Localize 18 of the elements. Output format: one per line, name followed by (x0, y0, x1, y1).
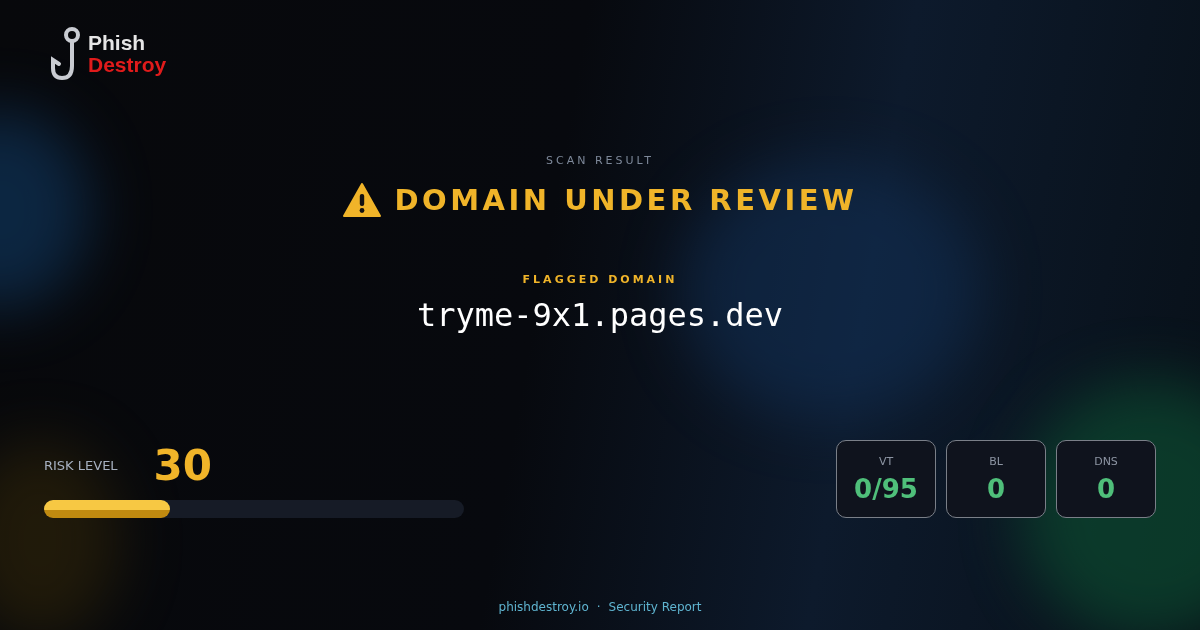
warning-icon (342, 183, 381, 217)
stat-value: 0/95 (854, 473, 918, 504)
stat-label: BL (989, 454, 1003, 468)
section-label: SCAN RESULT (546, 154, 654, 167)
stat-value: 0 (1096, 473, 1116, 504)
separator-dot: · (596, 600, 601, 614)
verdict-title: DOMAIN UNDER REVIEW (394, 183, 858, 217)
stat-label: VT (878, 454, 894, 468)
footer-label: Security Report (608, 600, 702, 614)
logo-text: Destroy (88, 54, 167, 76)
risk-label: RISK LEVEL (44, 458, 118, 473)
domain-label: FLAGGED DOMAIN (522, 273, 678, 286)
stat-label: DNS (1094, 454, 1118, 468)
risk-score: 30 (153, 441, 213, 490)
site-name: phishdestroy.io (498, 600, 589, 614)
domain-name: tryme-9x1.pages.dev (416, 296, 783, 334)
stat-value: 0 (986, 473, 1006, 504)
logo-text: Phish (88, 32, 147, 54)
